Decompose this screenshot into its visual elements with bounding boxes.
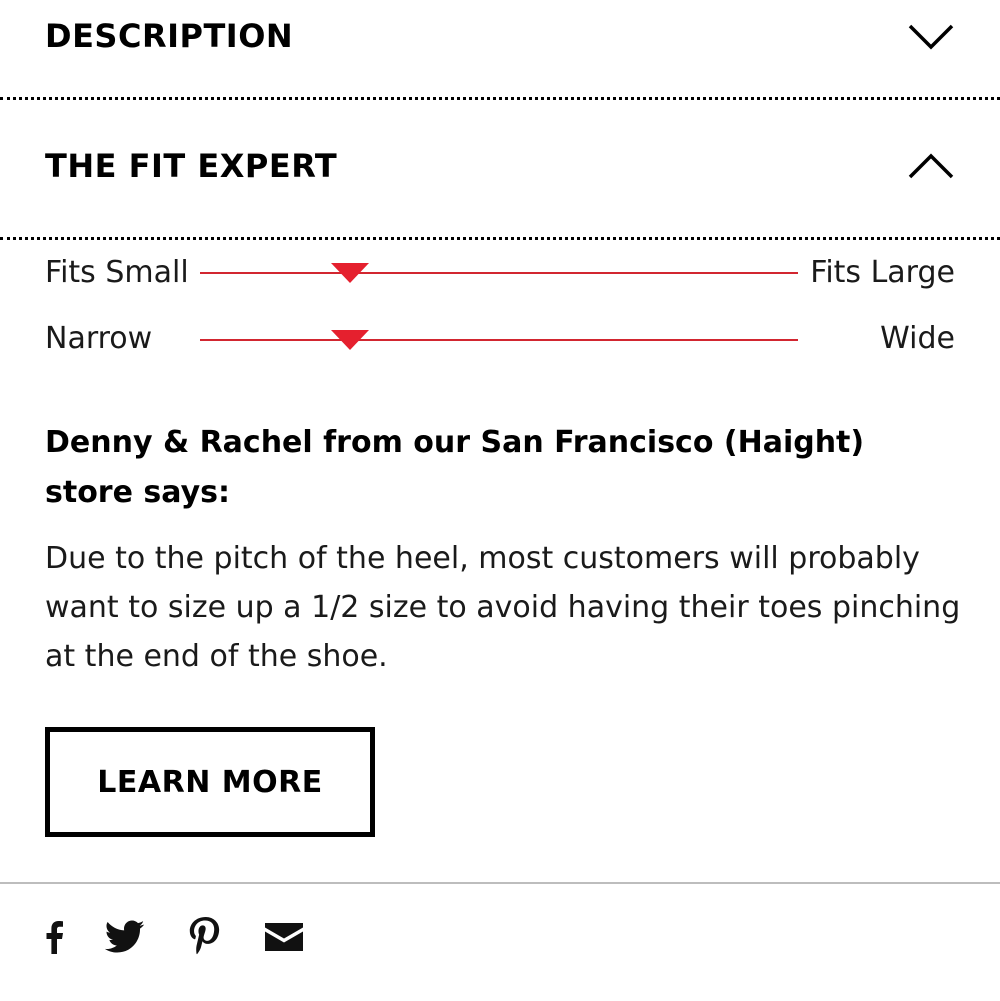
fit-expert-accordion-header[interactable]: THE FIT EXPERT xyxy=(0,138,1000,194)
fit-scale-width-left-label: Narrow xyxy=(45,321,153,356)
fit-expert-quote-title: Denny & Rachel from our San Francisco (H… xyxy=(45,425,865,510)
twitter-icon[interactable] xyxy=(104,916,146,958)
fit-scale-size-track xyxy=(200,272,798,274)
section-divider xyxy=(0,97,1000,100)
description-accordion-header[interactable]: DESCRIPTION xyxy=(0,8,1000,64)
section-divider xyxy=(0,237,1000,240)
fit-scale-size-left-label: Fits Small xyxy=(45,255,189,290)
fit-scale-size-marker xyxy=(330,263,369,283)
fit-expert-title: THE FIT EXPERT xyxy=(45,147,338,185)
learn-more-button[interactable]: LEARN MORE xyxy=(45,727,375,837)
chevron-down-icon[interactable] xyxy=(907,21,955,51)
fit-scale-size-right-label: Fits Large xyxy=(810,255,955,290)
share-divider xyxy=(0,882,1000,884)
pinterest-icon[interactable] xyxy=(185,916,225,958)
fit-scale-width-track xyxy=(200,339,798,341)
description-title: DESCRIPTION xyxy=(45,17,294,55)
fit-scale-size: Fits Small Fits Large xyxy=(0,248,1000,298)
product-details-panel: DESCRIPTION THE FIT EXPERT Fits Small Fi… xyxy=(0,0,1000,1001)
facebook-icon[interactable] xyxy=(40,916,68,958)
email-icon[interactable] xyxy=(264,916,304,958)
chevron-up-icon[interactable] xyxy=(907,151,955,181)
fit-expert-quote-body: Due to the pitch of the heel, most custo… xyxy=(45,541,961,674)
fit-scale-width-right-label: Wide xyxy=(880,321,955,356)
fit-scale-width: Narrow Wide xyxy=(0,314,1000,364)
fit-scale-width-marker xyxy=(330,330,369,350)
